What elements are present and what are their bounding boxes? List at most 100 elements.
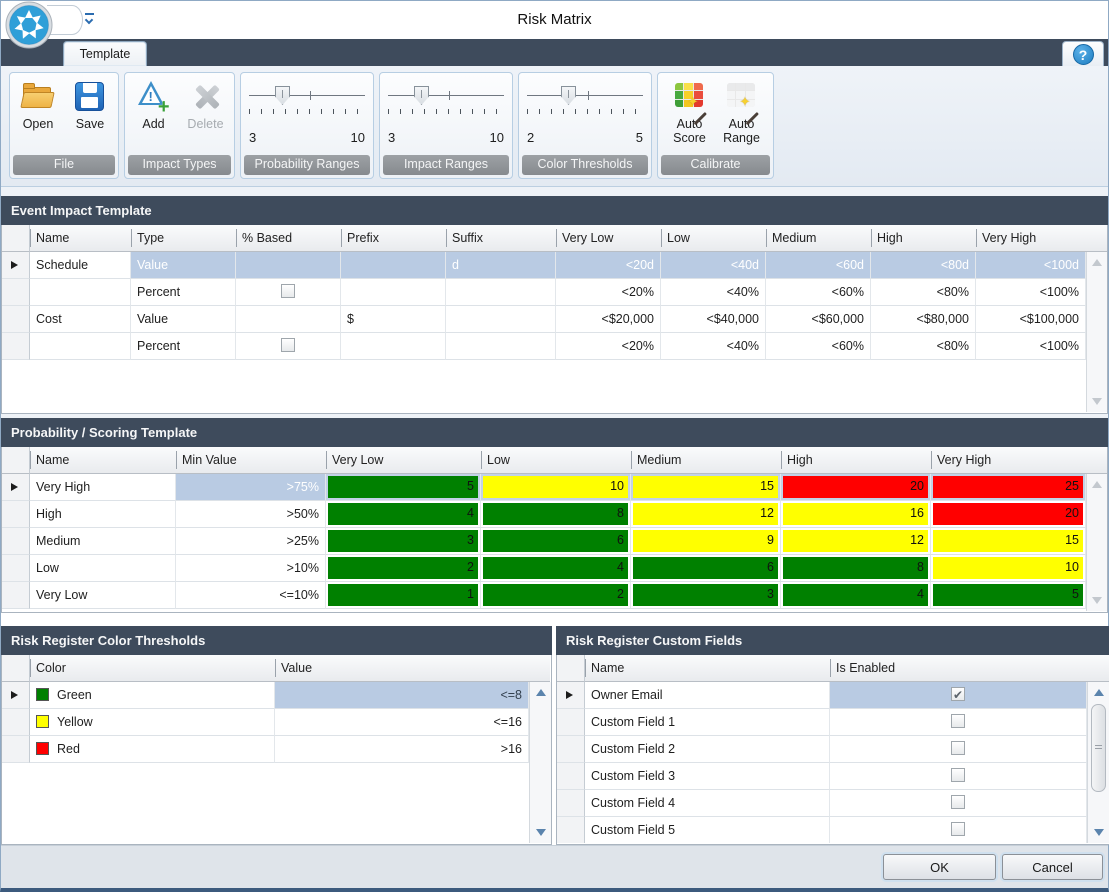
cell-name[interactable]: Custom Field 3 bbox=[585, 763, 830, 790]
cell-name[interactable]: Very Low bbox=[30, 582, 176, 609]
score-cell[interactable]: 20 bbox=[931, 501, 1086, 528]
cell-name[interactable]: Custom Field 2 bbox=[585, 736, 830, 763]
save-button[interactable]: Save bbox=[65, 81, 115, 131]
row-header[interactable] bbox=[2, 582, 30, 609]
pct-based-checkbox[interactable] bbox=[281, 338, 295, 352]
cell-high[interactable]: <$80,000 bbox=[871, 306, 976, 333]
cell-pct-based[interactable] bbox=[236, 252, 341, 279]
score-cell[interactable]: 10 bbox=[931, 555, 1086, 582]
cell-suffix[interactable] bbox=[446, 306, 556, 333]
auto-range-button[interactable]: ✦ Auto Range bbox=[717, 81, 767, 146]
slider-thumb[interactable] bbox=[414, 86, 429, 105]
slider-track[interactable] bbox=[388, 95, 504, 96]
slider-track[interactable] bbox=[527, 95, 643, 96]
row-header[interactable] bbox=[2, 709, 30, 736]
row-header[interactable] bbox=[557, 736, 585, 763]
cell-name[interactable]: Cost bbox=[30, 306, 131, 333]
cell-very-low[interactable]: <$20,000 bbox=[556, 306, 661, 333]
scroll-down-icon[interactable] bbox=[530, 824, 551, 841]
score-cell[interactable]: 1 bbox=[326, 582, 481, 609]
is-enabled-checkbox[interactable] bbox=[951, 795, 965, 809]
cell-suffix[interactable] bbox=[446, 333, 556, 360]
row-header[interactable] bbox=[557, 682, 585, 709]
cell-color[interactable]: Red bbox=[30, 736, 275, 763]
row-header[interactable] bbox=[2, 333, 30, 360]
row-header[interactable] bbox=[2, 501, 30, 528]
cell-high[interactable]: <80% bbox=[871, 333, 976, 360]
score-cell[interactable]: 12 bbox=[781, 528, 931, 555]
cell-min-value[interactable]: >50% bbox=[176, 501, 326, 528]
row-header[interactable] bbox=[2, 252, 30, 279]
probability-ranges-slider[interactable]: 3 10 bbox=[241, 81, 373, 147]
cell-prefix[interactable] bbox=[341, 252, 446, 279]
cell-value[interactable]: <=8 bbox=[275, 682, 529, 709]
cell-prefix[interactable] bbox=[341, 333, 446, 360]
scroll-up-icon[interactable] bbox=[1087, 476, 1107, 493]
open-button[interactable]: Open bbox=[13, 81, 63, 131]
score-cell[interactable]: 2 bbox=[326, 555, 481, 582]
slider-thumb[interactable] bbox=[275, 86, 290, 105]
add-button[interactable]: !+ Add bbox=[129, 81, 179, 131]
delete-button[interactable]: Delete bbox=[181, 81, 231, 131]
score-cell[interactable]: 2 bbox=[481, 582, 631, 609]
cell-name[interactable]: Medium bbox=[30, 528, 176, 555]
score-cell[interactable]: 16 bbox=[781, 501, 931, 528]
cell-prefix[interactable] bbox=[341, 279, 446, 306]
is-enabled-checkbox[interactable] bbox=[951, 714, 965, 728]
score-cell[interactable]: 3 bbox=[326, 528, 481, 555]
scrollbar-thumb[interactable] bbox=[1091, 704, 1106, 792]
cell-type[interactable]: Value bbox=[131, 252, 236, 279]
slider-thumb[interactable] bbox=[561, 86, 576, 105]
cell-is-enabled[interactable] bbox=[830, 790, 1087, 817]
cell-min-value[interactable]: >10% bbox=[176, 555, 326, 582]
is-enabled-checkbox[interactable] bbox=[951, 741, 965, 755]
cell-medium[interactable]: <$60,000 bbox=[766, 306, 871, 333]
scroll-up-icon[interactable] bbox=[530, 684, 551, 701]
vertical-scrollbar[interactable] bbox=[529, 682, 551, 843]
cell-is-enabled[interactable] bbox=[830, 709, 1087, 736]
row-header[interactable] bbox=[2, 736, 30, 763]
score-cell[interactable]: 8 bbox=[781, 555, 931, 582]
score-cell[interactable]: 6 bbox=[481, 528, 631, 555]
color-thresholds-slider[interactable]: 2 5 bbox=[519, 81, 651, 147]
cell-type[interactable]: Percent bbox=[131, 333, 236, 360]
row-header[interactable] bbox=[2, 306, 30, 333]
cell-name[interactable]: Owner Email bbox=[585, 682, 830, 709]
cell-min-value[interactable]: <=10% bbox=[176, 582, 326, 609]
row-header[interactable] bbox=[557, 763, 585, 790]
cell-very-high[interactable]: <$100,000 bbox=[976, 306, 1086, 333]
is-enabled-checkbox[interactable] bbox=[951, 822, 965, 836]
slider-track[interactable] bbox=[249, 95, 365, 96]
score-cell[interactable]: 20 bbox=[781, 474, 931, 501]
score-cell[interactable]: 4 bbox=[781, 582, 931, 609]
cell-name[interactable]: Very High bbox=[30, 474, 176, 501]
cell-medium[interactable]: <60d bbox=[766, 252, 871, 279]
vertical-scrollbar[interactable] bbox=[1087, 682, 1109, 843]
cell-color[interactable]: Yellow bbox=[30, 709, 275, 736]
score-cell[interactable]: 9 bbox=[631, 528, 781, 555]
cell-color[interactable]: Green bbox=[30, 682, 275, 709]
cell-very-high[interactable]: <100% bbox=[976, 279, 1086, 306]
cell-high[interactable]: <80d bbox=[871, 252, 976, 279]
score-cell[interactable]: 5 bbox=[931, 582, 1086, 609]
score-cell[interactable]: 6 bbox=[631, 555, 781, 582]
cell-is-enabled[interactable] bbox=[830, 817, 1087, 843]
score-cell[interactable]: 10 bbox=[481, 474, 631, 501]
cell-medium[interactable]: <60% bbox=[766, 333, 871, 360]
cell-pct-based[interactable] bbox=[236, 333, 341, 360]
row-header[interactable] bbox=[2, 279, 30, 306]
scroll-down-icon[interactable] bbox=[1087, 592, 1107, 609]
vertical-scrollbar[interactable] bbox=[1086, 252, 1107, 412]
cell-low[interactable]: <40% bbox=[661, 333, 766, 360]
scroll-down-icon[interactable] bbox=[1088, 824, 1109, 841]
help-button[interactable]: ? bbox=[1062, 41, 1104, 66]
cell-low[interactable]: <40d bbox=[661, 252, 766, 279]
row-header[interactable] bbox=[557, 790, 585, 817]
cell-name[interactable] bbox=[30, 279, 131, 306]
cell-prefix[interactable]: $ bbox=[341, 306, 446, 333]
score-cell[interactable]: 5 bbox=[326, 474, 481, 501]
cell-value[interactable]: <=16 bbox=[275, 709, 529, 736]
cell-medium[interactable]: <60% bbox=[766, 279, 871, 306]
is-enabled-checkbox[interactable] bbox=[951, 687, 965, 701]
cell-name[interactable]: Custom Field 5 bbox=[585, 817, 830, 843]
